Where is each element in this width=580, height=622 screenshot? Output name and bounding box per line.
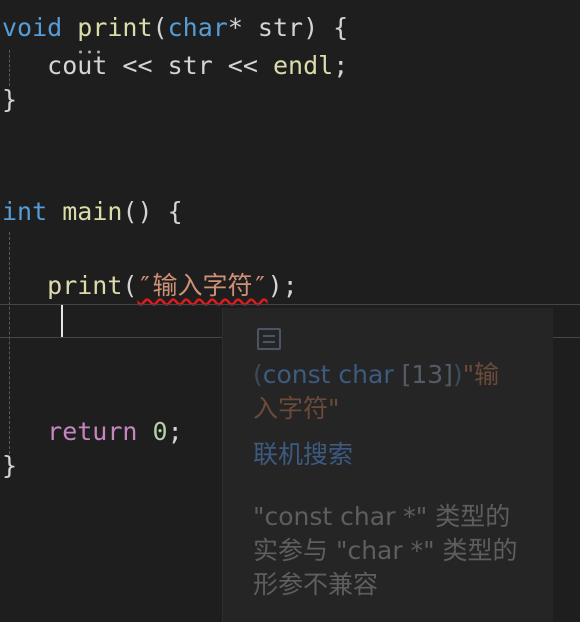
operator: << [212, 51, 273, 80]
param-text: * str) { [227, 13, 349, 42]
number-literal: 0 [152, 417, 168, 446]
online-search-link[interactable]: 联机搜索 [253, 438, 353, 472]
text-cursor [61, 305, 63, 337]
paren-semicolon: ); [267, 271, 298, 300]
signature-rest: () { [122, 197, 183, 226]
code-line-7[interactable]: } [2, 448, 17, 484]
string-literal-error[interactable]: ″输入字符″ [137, 271, 267, 300]
identifier-str: str [167, 51, 213, 80]
function-main: main [62, 197, 123, 226]
identifier-cout: cout [47, 51, 108, 80]
keyword-int: int [2, 197, 48, 226]
keyword-return: return [47, 417, 138, 446]
sig-length: [13] [393, 360, 453, 389]
sig-paren: ) [452, 360, 463, 389]
paren: ( [122, 271, 138, 300]
operator: << [107, 51, 168, 80]
code-line-3[interactable]: } [2, 82, 17, 118]
signature-icon [257, 328, 281, 350]
code-line-1[interactable]: void print(char* str) { [2, 10, 348, 46]
sig-paren: ( [253, 360, 263, 389]
sig-type: const char [262, 360, 394, 389]
function-print: print [77, 13, 153, 42]
code-line-2[interactable]: cout << str << endl; [2, 48, 348, 84]
code-line-6[interactable]: return 0; [2, 414, 183, 450]
code-line-4[interactable]: int main() { [2, 194, 183, 230]
paren: ( [152, 13, 168, 42]
function-endl: endl [272, 51, 334, 80]
code-line-5[interactable]: print(″输入字符″); [2, 268, 298, 304]
semicolon: ; [167, 417, 183, 446]
hover-tooltip: (const char [13])"输入字符" 联机搜索 "const char… [222, 308, 553, 622]
type-signature: (const char [13])"输入字符" [253, 358, 523, 426]
function-print: print [47, 271, 123, 300]
error-message: "const char *" 类型的实参与 "char *" 类型的形参不兼容 [253, 502, 518, 599]
keyword-void: void [2, 13, 63, 42]
semicolon: ; [333, 51, 349, 80]
keyword-char: char [167, 13, 228, 42]
